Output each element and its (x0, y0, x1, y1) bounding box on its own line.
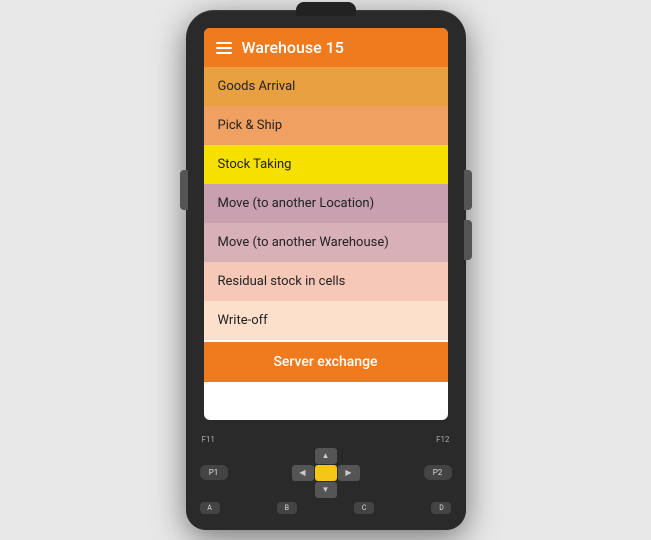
p1-button[interactable]: P1 (200, 465, 228, 480)
menu-item-writeoff[interactable]: Write-off (204, 301, 448, 340)
app-header: Warehouse 15 (204, 28, 448, 67)
keypad-row-1: F11 F12 (198, 435, 454, 444)
key-a[interactable]: A (200, 502, 220, 514)
hamburger-icon[interactable] (216, 42, 232, 54)
menu-list: Goods Arrival Pick & Ship Stock Taking M… (204, 67, 448, 382)
menu-item-residual-stock[interactable]: Residual stock in cells (204, 262, 448, 301)
side-button-right-1[interactable] (464, 170, 472, 210)
keypad-row-3: A B C D (198, 502, 454, 514)
menu-item-move-location[interactable]: Move (to another Location) (204, 184, 448, 223)
keypad: F11 F12 P1 ▲ ◀ ▶ ▼ P2 (186, 422, 466, 530)
dpad-down[interactable]: ▼ (315, 482, 337, 498)
dpad-center[interactable] (315, 465, 337, 481)
device-body: Warehouse 15 Goods Arrival Pick & Ship S… (186, 10, 466, 530)
menu-item-move-warehouse[interactable]: Move (to another Warehouse) (204, 223, 448, 262)
menu-item-goods-arrival[interactable]: Goods Arrival (204, 67, 448, 106)
side-button-left[interactable] (180, 170, 188, 210)
p2-button[interactable]: P2 (424, 465, 452, 480)
device: Warehouse 15 Goods Arrival Pick & Ship S… (186, 10, 466, 530)
key-b[interactable]: B (277, 502, 297, 514)
f11-label: F11 (202, 435, 215, 444)
side-button-right-2[interactable] (464, 220, 472, 260)
device-top-bump (296, 2, 356, 16)
dpad-right[interactable]: ▶ (338, 465, 360, 481)
dpad-up[interactable]: ▲ (315, 448, 337, 464)
screen: Warehouse 15 Goods Arrival Pick & Ship S… (204, 28, 448, 420)
key-c[interactable]: C (354, 502, 374, 514)
menu-item-pick-ship[interactable]: Pick & Ship (204, 106, 448, 145)
dpad-left[interactable]: ◀ (292, 465, 314, 481)
warehouse-title: Warehouse 15 (242, 38, 344, 57)
dpad: ▲ ◀ ▶ ▼ (292, 448, 360, 498)
f12-label: F12 (436, 435, 449, 444)
key-d[interactable]: D (431, 502, 451, 514)
menu-item-stock-taking[interactable]: Stock Taking (204, 145, 448, 184)
server-exchange-button[interactable]: Server exchange (204, 342, 448, 382)
